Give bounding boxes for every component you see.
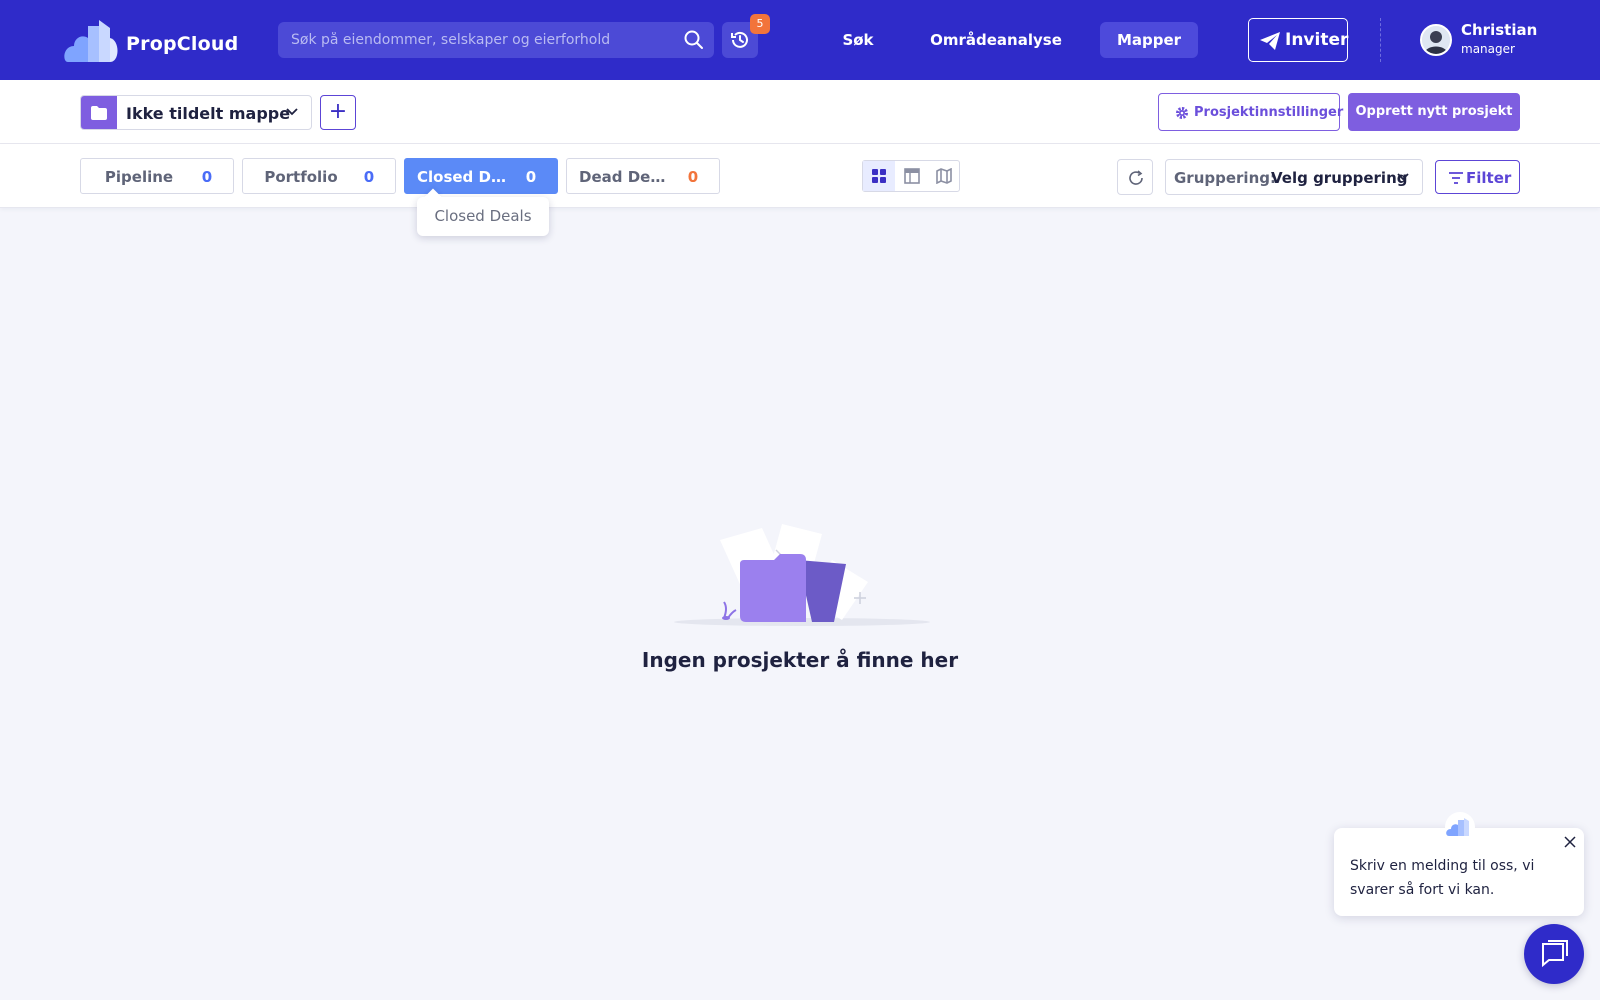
empty-state-message: Ingen prosjekter å finne her	[641, 648, 959, 672]
chevron-down-icon	[286, 108, 298, 116]
tab-count: 0	[363, 168, 375, 186]
filter-bar: Pipeline 0 Portfolio 0 Closed Deals 0 De…	[0, 144, 1600, 208]
tab-count: 0	[525, 168, 537, 186]
brand-name[interactable]: PropCloud	[126, 33, 238, 55]
propcloud-logo[interactable]	[64, 18, 118, 64]
project-toolbar: Ikke tildelt mappe + Prosjektinnstilling…	[0, 80, 1600, 144]
tab-portfolio[interactable]: Portfolio 0	[242, 158, 396, 194]
folder-icon	[91, 106, 107, 120]
chat-launcher-button[interactable]	[1524, 924, 1584, 984]
paper-plane-icon	[1260, 32, 1280, 50]
folder-dropdown[interactable]: Ikke tildelt mappe	[80, 95, 312, 130]
view-toggle-group	[862, 160, 960, 192]
user-name[interactable]: Christian	[1461, 21, 1537, 39]
close-icon[interactable]	[1562, 834, 1578, 850]
tab-pipeline[interactable]: Pipeline 0	[80, 158, 234, 194]
project-settings-button[interactable]: Prosjektinnstillinger	[1158, 93, 1344, 131]
table-view-button[interactable]	[896, 161, 928, 191]
folder-label: Ikke tildelt mappe	[126, 104, 291, 123]
tab-label: Pipeline	[104, 168, 174, 186]
chevron-down-icon	[1397, 173, 1409, 181]
empty-folder-illustration	[674, 524, 930, 626]
propcloud-chat-logo	[1445, 812, 1475, 842]
search-input[interactable]	[278, 22, 668, 58]
tab-count: 0	[201, 168, 213, 186]
grouping-label: Gruppering:	[1174, 169, 1276, 187]
history-count-badge: 5	[750, 14, 770, 34]
tab-closed-deals[interactable]: Closed Deals 0	[404, 158, 558, 194]
refresh-button[interactable]	[1117, 159, 1153, 195]
tab-count: 0	[687, 168, 699, 186]
search-icon[interactable]	[682, 28, 706, 52]
filter-button[interactable]: Filter	[1435, 160, 1520, 194]
create-project-button[interactable]: Opprett nytt prosjekt	[1348, 93, 1520, 131]
add-folder-button[interactable]: +	[320, 95, 356, 130]
grid-view-button[interactable]	[863, 161, 895, 191]
tab-label: Portfolio	[264, 168, 338, 186]
search-bar	[278, 22, 714, 58]
avatar[interactable]	[1420, 24, 1452, 56]
invite-label: Inviter	[1285, 30, 1349, 50]
history-icon	[731, 31, 748, 48]
user-role: manager	[1461, 42, 1515, 56]
nav-link-sok[interactable]: Søk	[830, 22, 886, 58]
grouping-value: Velg gruppering	[1271, 169, 1408, 187]
nav-divider	[1380, 18, 1381, 62]
folder-icon-box	[81, 96, 117, 129]
filter-label: Filter	[1466, 169, 1512, 187]
filter-icon	[1449, 172, 1463, 184]
nav-link-omradeanalyse[interactable]: Områdeanalyse	[930, 22, 1062, 58]
tab-dead-deals[interactable]: Dead Deals 0	[566, 158, 720, 194]
top-navbar: PropCloud 5 Søk Områdeanalyse Mapper Inv…	[0, 0, 1600, 80]
nav-link-mapper[interactable]: Mapper	[1100, 22, 1198, 58]
tab-label: Dead Deals	[579, 168, 669, 186]
invite-button[interactable]: Inviter	[1248, 18, 1348, 62]
tab-tooltip: Closed Deals	[417, 197, 549, 236]
map-view-button[interactable]	[928, 161, 960, 191]
grouping-select[interactable]: Gruppering: Velg gruppering	[1165, 159, 1423, 195]
map-icon	[936, 168, 952, 184]
user-avatar-icon	[1422, 26, 1450, 54]
refresh-icon	[1129, 170, 1143, 185]
chat-icon	[1542, 940, 1568, 968]
grid-icon	[872, 169, 886, 183]
chat-message: Skriv en melding til oss, vi svarer så f…	[1350, 858, 1535, 898]
table-icon	[904, 168, 920, 184]
gear-icon	[1176, 107, 1188, 119]
tab-label: Closed Deals	[417, 168, 507, 186]
project-settings-label: Prosjektinnstillinger	[1194, 105, 1344, 120]
